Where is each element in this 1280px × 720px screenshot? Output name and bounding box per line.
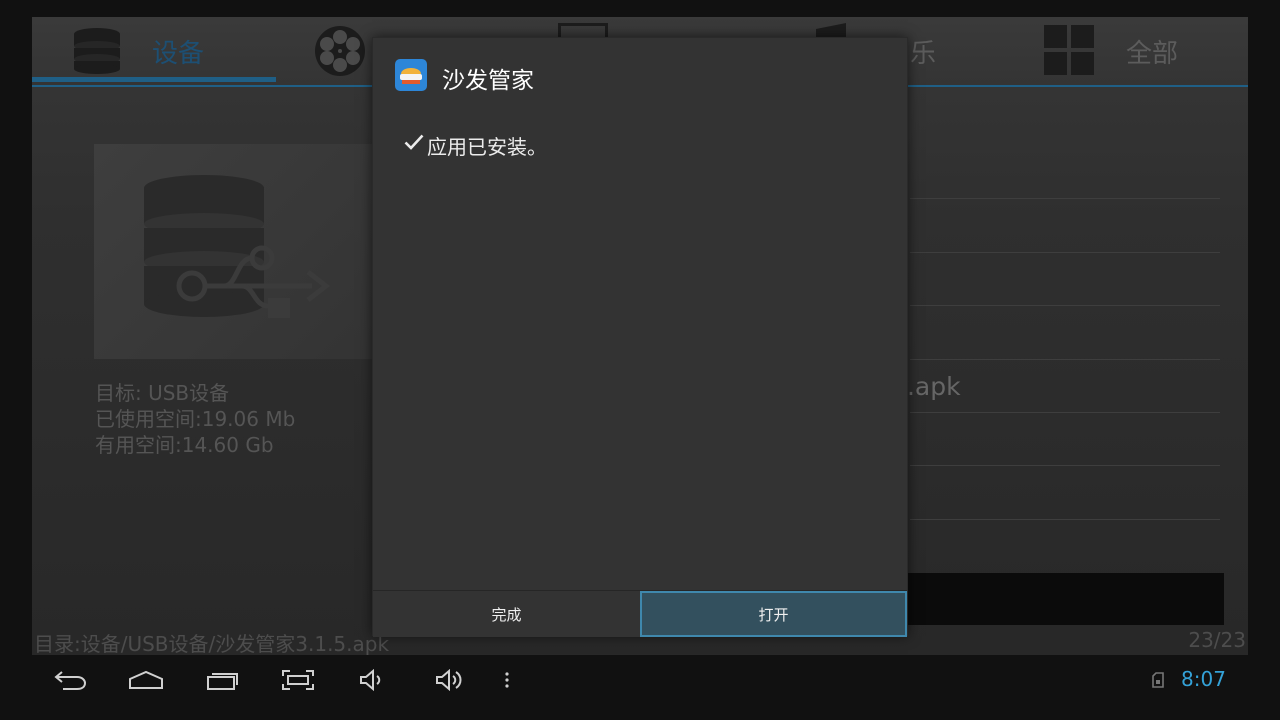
- tab-music-label: 乐: [910, 39, 937, 69]
- list-divider: [910, 198, 1220, 199]
- file-list-selected-row[interactable]: [904, 573, 1224, 625]
- home-icon: [129, 670, 163, 689]
- system-navigation-bar: 8:07: [0, 655, 1280, 720]
- dialog-button-bar: 完成 打开: [373, 590, 907, 637]
- home-button[interactable]: [127, 667, 165, 693]
- device-used-space: 已使用空间:19.06 Mb: [95, 407, 296, 431]
- screen: 设备 乐 全部 目标: USB设备 已使用空间:19.06 Mb 有用空间:14…: [0, 0, 1280, 720]
- open-button[interactable]: 打开: [640, 591, 907, 637]
- tab-video[interactable]: [314, 17, 374, 77]
- sd-card-icon: [1152, 672, 1164, 688]
- check-icon: [404, 134, 424, 150]
- tab-device[interactable]: 设备: [72, 17, 272, 77]
- device-free-space: 有用空间:14.60 Gb: [95, 433, 274, 457]
- overflow-menu-icon: [505, 672, 509, 688]
- volume-down-button[interactable]: [358, 667, 386, 693]
- recent-apps-button[interactable]: [205, 667, 241, 693]
- list-divider: [910, 519, 1220, 520]
- menu-button[interactable]: [500, 667, 514, 693]
- install-complete-dialog: 沙发管家 应用已安装。 完成 打开: [372, 37, 908, 637]
- device-target: 目标: USB设备: [95, 381, 230, 405]
- screenshot-button[interactable]: [280, 667, 316, 693]
- current-path: 目录:设备/USB设备/沙发管家3.1.5.apk: [34, 632, 390, 656]
- recent-apps-icon: [207, 673, 238, 690]
- usb-database-icon: [144, 175, 331, 318]
- active-tab-indicator: [32, 77, 276, 82]
- list-divider: [910, 359, 1220, 360]
- volume-up-button[interactable]: [434, 667, 466, 693]
- back-arrow-icon: [54, 671, 87, 690]
- dialog-title-bar: 沙发管家: [373, 38, 907, 112]
- usb-device-card[interactable]: [94, 144, 394, 359]
- tab-all[interactable]: 全部: [1044, 17, 1204, 77]
- volume-up-icon: [436, 669, 462, 691]
- back-button[interactable]: [52, 667, 88, 693]
- film-reel-icon: [315, 26, 365, 76]
- dialog-title: 沙发管家: [442, 68, 534, 94]
- list-divider: [910, 305, 1220, 306]
- list-divider: [910, 252, 1220, 253]
- dialog-message: 应用已安装。: [427, 135, 547, 159]
- done-button[interactable]: 完成: [373, 591, 640, 637]
- sofa-butler-app-icon: [395, 59, 427, 91]
- page-counter: 23/23: [1188, 628, 1246, 652]
- volume-down-icon: [360, 669, 381, 691]
- list-divider: [910, 412, 1220, 413]
- tab-device-label: 设备: [152, 39, 205, 69]
- list-divider: [910, 465, 1220, 466]
- tab-all-label: 全部: [1126, 39, 1179, 69]
- database-icon: [74, 28, 120, 74]
- grid-icon: [1044, 25, 1094, 75]
- screenshot-icon: [282, 670, 314, 690]
- status-clock: 8:07: [1181, 667, 1226, 691]
